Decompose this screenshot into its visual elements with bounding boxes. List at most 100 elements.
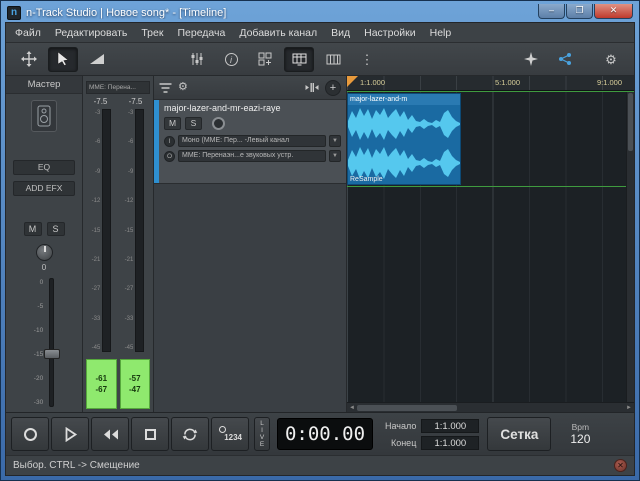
menu-item[interactable]: Файл — [8, 25, 48, 41]
status-text: Выбор. CTRL -> Смещение — [13, 460, 140, 471]
menu-item[interactable]: Вид — [324, 25, 357, 41]
bpm-label: Bpm — [572, 422, 589, 432]
settings-button[interactable]: ⚙ — [596, 47, 626, 72]
record-button[interactable] — [11, 417, 49, 451]
master-volume-fader[interactable] — [49, 278, 54, 407]
timeline-view-button[interactable] — [284, 47, 314, 72]
fade-tool-button[interactable] — [82, 47, 112, 72]
stop-button[interactable] — [131, 417, 169, 451]
track-settings-gear-icon[interactable]: ⚙ — [178, 82, 188, 93]
arrow-tool-button[interactable] — [48, 47, 78, 72]
add-efx-button[interactable]: ADD EFX — [13, 181, 75, 196]
track-solo-button[interactable]: S — [185, 117, 202, 130]
restore-button[interactable]: ❐ — [566, 4, 593, 19]
peak-value-left: -7.5 — [83, 96, 118, 107]
ruler-label: 1:1.000 — [360, 78, 385, 87]
move-tool-button[interactable] — [14, 47, 44, 72]
count-in-button[interactable]: 1234 — [211, 417, 249, 451]
scroll-right-icon[interactable]: ► — [624, 405, 634, 411]
play-button[interactable] — [51, 417, 89, 451]
track-output-select[interactable]: MME: Перенаэн...е звуковых устр. — [178, 150, 326, 162]
master-solo-button[interactable]: S — [47, 222, 65, 236]
master-mute-button[interactable]: M — [24, 222, 42, 236]
locators: Начало 1:1.000 Конец 1:1.000 — [385, 419, 479, 450]
meter-toggle-icon[interactable] — [305, 82, 319, 93]
meter-scale-label: -9 — [95, 169, 100, 175]
info-icon: i — [225, 53, 238, 66]
vertical-scrollbar-thumb[interactable] — [628, 93, 633, 151]
minimize-button[interactable]: – — [538, 4, 565, 19]
menu-item[interactable]: Редактировать — [48, 25, 135, 41]
chevron-down-icon[interactable]: ▼ — [329, 135, 341, 147]
audio-clip[interactable]: major-lazer-and-m ReSample — [347, 93, 461, 185]
track-name[interactable]: major-lazer-and-mr-eazi-raye — [164, 103, 341, 113]
vertical-scrollbar[interactable] — [626, 92, 634, 402]
app-window: n n-Track Studio | Новое song* - [Timeli… — [0, 0, 640, 481]
bpm-value[interactable]: 120 — [570, 432, 590, 446]
fader-thumb[interactable] — [44, 349, 60, 359]
track-boundary-line — [347, 186, 634, 187]
menu-item[interactable]: Передача — [170, 25, 232, 41]
effects-button[interactable] — [516, 47, 546, 72]
master-channel-button[interactable] — [31, 100, 57, 132]
loop-button[interactable] — [171, 417, 209, 451]
track-row[interactable]: major-lazer-and-mr-eazi-raye M S I Моно … — [154, 100, 346, 184]
track-input-row: I Моно (MME: Пер... -Левый канал ▼ — [164, 135, 341, 147]
monitor-grid-icon — [292, 53, 307, 66]
master-pan-knob[interactable] — [36, 244, 53, 261]
app-icon: n — [7, 6, 21, 20]
track-input-select[interactable]: Моно (MME: Пер... -Левый канал — [178, 135, 326, 147]
close-button[interactable]: ✕ — [594, 4, 633, 19]
bpm-control[interactable]: Bpm 120 — [557, 422, 603, 446]
stop-icon — [145, 429, 156, 440]
share-button[interactable] — [550, 47, 580, 72]
start-value-field[interactable]: 1:1.000 — [421, 419, 479, 433]
menu-item[interactable]: Трек — [134, 25, 170, 41]
meter-readouts: -61 -67 -57 -47 — [83, 356, 153, 412]
track-record-arm-button[interactable] — [212, 117, 225, 130]
horizontal-scrollbar[interactable]: ◄ ► — [347, 402, 634, 412]
fader-scale-label: -5 — [37, 303, 43, 310]
meter-scale-label: -21 — [92, 257, 101, 263]
loop-icon — [181, 427, 199, 442]
piano-roll-button[interactable] — [318, 47, 348, 72]
rewind-button[interactable] — [91, 417, 129, 451]
horizontal-scrollbar-thumb[interactable] — [357, 405, 457, 411]
window-title: n-Track Studio | Новое song* - [Timeline… — [26, 7, 533, 19]
menu-item[interactable]: Настройки — [357, 25, 423, 41]
grid-snap-button[interactable]: Сетка — [487, 417, 551, 451]
gear-icon: ⚙ — [605, 53, 617, 66]
mixer-view-button[interactable] — [182, 47, 212, 72]
input-device-select[interactable]: MME: Перена... — [86, 81, 150, 94]
menu-items: ФайлРедактироватьТрекПередачаДобавить ка… — [8, 23, 458, 42]
piano-icon — [326, 54, 341, 65]
meters-row: -3-6-9-12-15-21-27-33-45 -3-6-9-12-15-21… — [83, 107, 153, 356]
time-display: 0:00.00 — [277, 418, 373, 450]
ruler-label: 5:1.000 — [495, 78, 520, 87]
track-output-row: O MME: Перенаэн...е звуковых устр. ▼ — [164, 150, 341, 162]
meter-bar — [102, 109, 111, 352]
track-mute-button[interactable]: M — [164, 117, 181, 130]
live-toggle-button[interactable]: LIVE — [254, 417, 270, 451]
menu-item[interactable]: Добавить канал — [232, 25, 324, 41]
meter-scale: -3-6-9-12-15-21-27-33-45 — [92, 109, 101, 352]
chevron-down-icon[interactable]: ▼ — [329, 150, 341, 162]
scroll-left-icon[interactable]: ◄ — [347, 405, 357, 411]
menu-item[interactable]: Help — [423, 25, 459, 41]
title-bar[interactable]: n n-Track Studio | Новое song* - [Timeli… — [1, 1, 639, 22]
more-views-button[interactable]: ⋮ — [352, 47, 382, 72]
sparkle-icon — [524, 52, 538, 66]
eq-button[interactable]: EQ — [13, 160, 75, 175]
add-view-button[interactable] — [250, 47, 280, 72]
meters-panel: MME: Перена... -7.5 -7.5 -3-6-9-12-15-21… — [83, 76, 154, 412]
filter-icon[interactable] — [159, 82, 172, 94]
add-track-button[interactable]: + — [325, 80, 341, 96]
input-badge: I — [164, 136, 175, 147]
cursor-icon — [57, 52, 69, 66]
timeline-canvas[interactable]: major-lazer-and-m ReSample — [347, 91, 634, 402]
status-close-icon[interactable]: ✕ — [614, 459, 627, 472]
info-view-button[interactable]: i — [216, 47, 246, 72]
track-panel-header: ⚙ + — [154, 76, 346, 100]
timeline-ruler[interactable]: 1:1.000 5:1.000 9:1.000 — [347, 76, 634, 91]
end-value-field[interactable]: 1:1.000 — [421, 436, 479, 450]
